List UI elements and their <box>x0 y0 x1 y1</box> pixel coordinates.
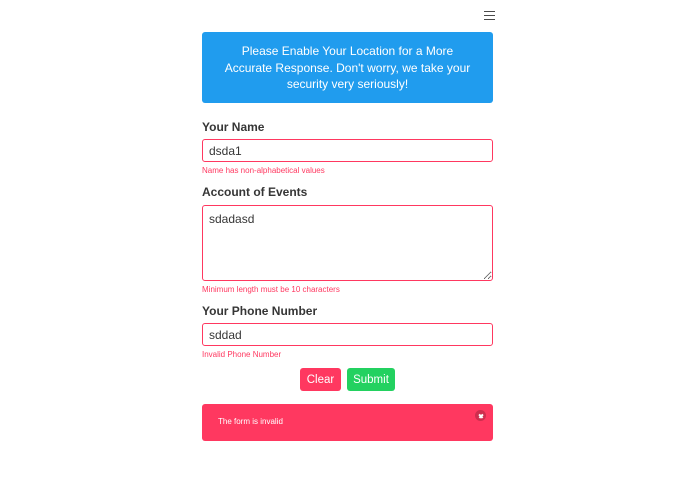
location-notice-text: Please Enable Your Location for a More A… <box>224 44 471 91</box>
name-error: Name has non-alphabetical values <box>202 166 325 175</box>
phone-error: Invalid Phone Number <box>202 350 282 359</box>
phone-label: Your Phone Number <box>202 304 318 318</box>
page: Please Enable Your Location for a More A… <box>0 0 695 494</box>
name-input[interactable] <box>202 139 493 162</box>
form-invalid-notification: The form is invalid <box>202 404 493 441</box>
form-container: Please Enable Your Location for a More A… <box>202 32 493 441</box>
form-buttons: Clear Submit <box>300 368 395 391</box>
phone-input[interactable] <box>202 323 493 346</box>
submit-button[interactable]: Submit <box>347 368 395 391</box>
events-error: Minimum length must be 10 characters <box>202 285 340 294</box>
name-label: Your Name <box>202 120 265 134</box>
clear-button[interactable]: Clear <box>300 368 341 391</box>
events-label: Account of Events <box>202 185 308 199</box>
location-notice: Please Enable Your Location for a More A… <box>202 32 493 103</box>
hamburger-menu-icon[interactable] <box>484 9 498 21</box>
form-invalid-text: The form is invalid <box>218 417 283 426</box>
events-textarea[interactable]: sdadasd <box>202 205 493 281</box>
close-icon[interactable] <box>475 410 486 421</box>
